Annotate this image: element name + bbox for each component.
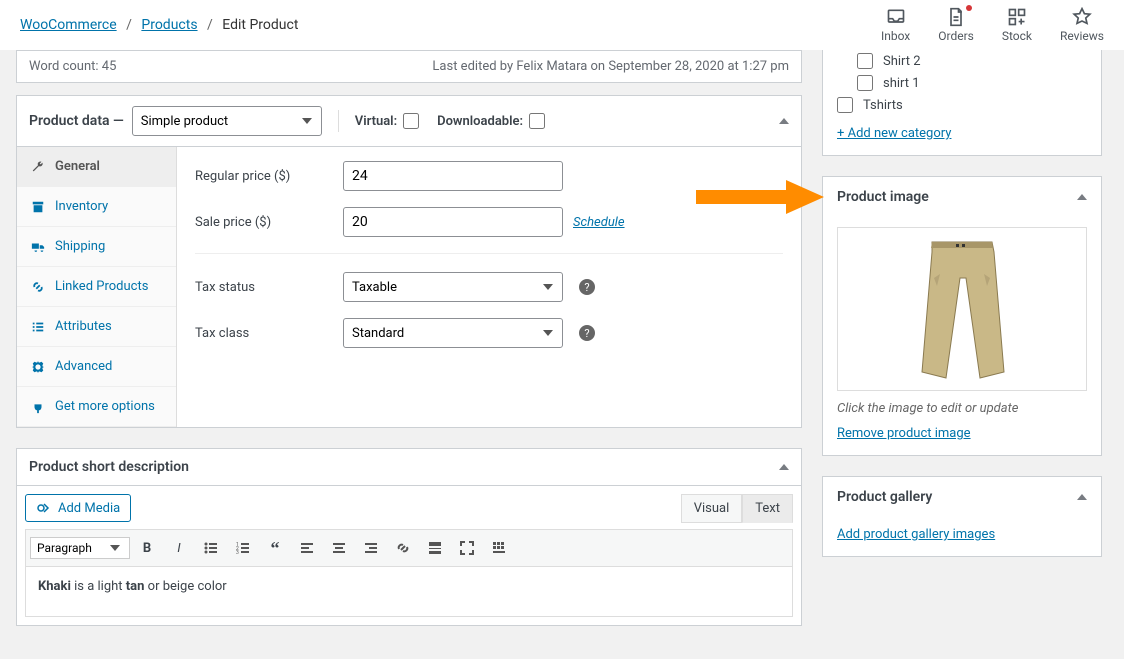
annotation-arrow [696, 176, 826, 218]
italic-button[interactable]: I [164, 534, 194, 562]
pants-image [892, 234, 1032, 384]
align-right-button[interactable] [356, 534, 386, 562]
toolbar-reviews[interactable]: Reviews [1060, 7, 1104, 43]
fullscreen-button[interactable] [452, 534, 482, 562]
remove-image-link[interactable]: Remove product image [837, 426, 971, 441]
breadcrumb: WooCommerce / Products / Edit Product [20, 17, 298, 33]
product-image-title: Product image [837, 189, 929, 205]
tax-status-label: Tax status [195, 280, 343, 295]
tab-get-more[interactable]: Get more options [17, 387, 176, 427]
virtual-checkbox[interactable] [403, 113, 419, 129]
help-icon[interactable]: ? [579, 325, 595, 341]
breadcrumb-current: Edit Product [222, 17, 298, 33]
reviews-icon [1072, 7, 1092, 27]
tab-advanced[interactable]: Advanced [17, 347, 176, 387]
regular-price-label: Regular price ($) [195, 169, 343, 184]
toolbar-stock[interactable]: Stock [1002, 7, 1032, 43]
word-count: Word count: 45 [29, 59, 116, 74]
editor-toolbar: Paragraph B I 123 “ [25, 529, 793, 567]
last-edited: Last edited by Felix Matara on September… [432, 59, 789, 74]
category-item-shirt1[interactable]: shirt 1 [857, 72, 1081, 94]
truck-icon [31, 240, 45, 254]
align-left-icon [299, 540, 315, 556]
breadcrumb-woo[interactable]: WooCommerce [20, 17, 117, 33]
bullet-list-icon [203, 540, 219, 556]
product-image-thumbnail[interactable] [837, 227, 1087, 391]
readmore-icon [427, 540, 443, 556]
gallery-title: Product gallery [837, 489, 932, 505]
toolbar-inbox[interactable]: Inbox [881, 7, 910, 43]
quote-button[interactable]: “ [260, 534, 290, 562]
editor-tab-visual[interactable]: Visual [681, 494, 743, 523]
add-gallery-link[interactable]: Add product gallery images [837, 527, 995, 542]
tab-shipping[interactable]: Shipping [17, 227, 176, 267]
panel-toggle[interactable] [1077, 194, 1087, 200]
downloadable-checkbox[interactable] [529, 113, 545, 129]
product-type-select[interactable]: Simple product [132, 106, 322, 136]
link-button[interactable] [388, 534, 418, 562]
tax-class-select[interactable]: Standard [343, 318, 563, 348]
help-icon[interactable]: ? [579, 279, 595, 295]
tab-inventory[interactable]: Inventory [17, 187, 176, 227]
tab-linked-products[interactable]: Linked Products [17, 267, 176, 307]
breadcrumb-products[interactable]: Products [141, 17, 197, 33]
number-list-button[interactable]: 123 [228, 534, 258, 562]
align-center-button[interactable] [324, 534, 354, 562]
readmore-button[interactable] [420, 534, 450, 562]
tax-class-label: Tax class [195, 326, 343, 341]
wordcount-bar: Word count: 45 Last edited by Felix Mata… [16, 50, 802, 83]
gear-icon [31, 360, 45, 374]
link-icon [31, 280, 45, 294]
inbox-icon [886, 7, 906, 27]
editor-tab-text[interactable]: Text [742, 494, 793, 523]
product-data-title: Product data — [29, 113, 124, 129]
align-center-icon [331, 540, 347, 556]
media-icon [36, 500, 52, 516]
sale-price-label: Sale price ($) [195, 215, 343, 230]
svg-text:3: 3 [236, 550, 239, 556]
panel-toggle[interactable] [1077, 494, 1087, 500]
number-list-icon: 123 [235, 540, 251, 556]
sale-price-input[interactable] [343, 207, 563, 237]
chain-icon [395, 540, 411, 556]
editor-content[interactable]: Khaki is a light tan or beige color [25, 567, 793, 617]
panel-toggle[interactable] [779, 118, 789, 124]
toolbar-toggle-button[interactable] [484, 534, 514, 562]
tab-general[interactable]: General [17, 147, 176, 187]
add-media-button[interactable]: Add Media [25, 494, 131, 522]
toolbar-orders[interactable]: Orders [938, 7, 974, 43]
product-data-panel: Product data — Simple product Virtual: D… [16, 95, 802, 428]
category-item-shirt2[interactable]: Shirt 2 [857, 50, 1081, 72]
wrench-icon [31, 160, 45, 174]
downloadable-label[interactable]: Downloadable: [437, 113, 545, 129]
tab-attributes[interactable]: Attributes [17, 307, 176, 347]
categories-panel-partial: Shirt 2 shirt 1 Tshirts + Add new catego… [822, 50, 1102, 156]
image-hint: Click the image to edit or update [837, 401, 1087, 416]
short-desc-title: Product short description [29, 459, 189, 475]
panel-toggle[interactable] [779, 464, 789, 470]
inventory-icon [31, 200, 45, 214]
tax-status-select[interactable]: Taxable [343, 272, 563, 302]
short-description-panel: Product short description Add Media Visu… [16, 448, 802, 626]
fullscreen-icon [459, 540, 475, 556]
top-bar: WooCommerce / Products / Edit Product In… [0, 0, 1124, 50]
align-left-button[interactable] [292, 534, 322, 562]
bold-button[interactable]: B [132, 534, 162, 562]
product-data-tabs: General Inventory Shipping Linked Produc… [17, 147, 177, 427]
virtual-label[interactable]: Virtual: [355, 113, 419, 129]
paragraph-select[interactable]: Paragraph [30, 537, 130, 559]
add-category-link[interactable]: + Add new category [837, 126, 951, 141]
plug-icon [31, 400, 45, 414]
product-gallery-panel: Product gallery Add product gallery imag… [822, 476, 1102, 557]
stock-icon [1007, 7, 1027, 27]
bullet-list-button[interactable] [196, 534, 226, 562]
product-image-panel: Product image Click the image to edit or… [822, 176, 1102, 456]
orders-icon [946, 7, 966, 27]
kitchen-sink-icon [491, 540, 507, 556]
list-icon [31, 320, 45, 334]
regular-price-input[interactable] [343, 161, 563, 191]
schedule-link[interactable]: Schedule [573, 215, 625, 230]
category-item-tshirts[interactable]: Tshirts [837, 94, 1081, 116]
align-right-icon [363, 540, 379, 556]
